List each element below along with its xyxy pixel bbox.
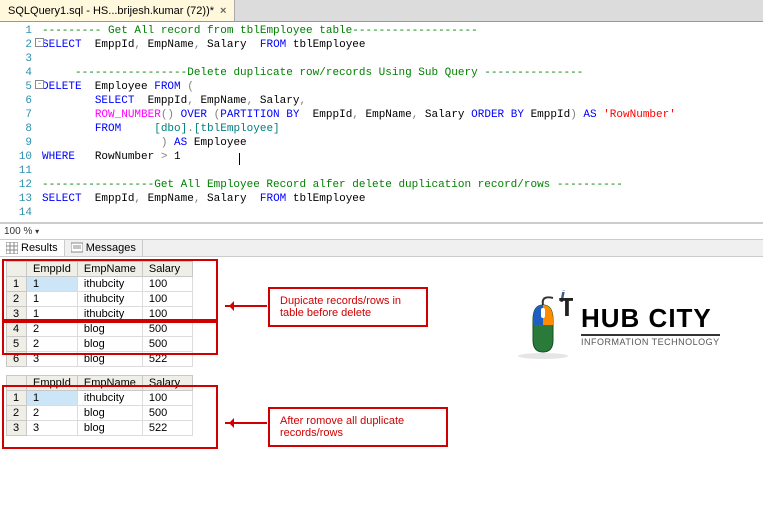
- corner-cell: [7, 376, 27, 391]
- table-row: 22blog500: [7, 406, 193, 421]
- tab-messages[interactable]: Messages: [65, 240, 143, 256]
- col-header[interactable]: EmpName: [77, 262, 142, 277]
- code-line: --------- Get All record from tblEmploye…: [42, 24, 759, 38]
- tab-results[interactable]: Results: [0, 240, 65, 256]
- corner-cell: [7, 262, 27, 277]
- table-row: 52blog500: [7, 337, 193, 352]
- line-gutter: 1234567891011121314: [0, 22, 38, 222]
- close-icon[interactable]: ×: [220, 5, 226, 17]
- table-row: 11ithubcity100: [7, 277, 193, 292]
- code-line: [42, 52, 759, 66]
- messages-icon: [71, 242, 83, 254]
- col-header[interactable]: EmpName: [77, 376, 142, 391]
- code-line: [42, 164, 759, 178]
- annotation-arrow: [225, 305, 267, 307]
- logo: i T HUB CITY INFORMATION TECHNOLOGY: [513, 290, 743, 360]
- table-row: 31ithubcity100: [7, 307, 193, 322]
- collapse-icon[interactable]: -: [35, 80, 44, 89]
- col-header[interactable]: EmppId: [27, 262, 78, 277]
- results-grid-after[interactable]: EmppId EmpName Salary 11ithubcity100 22b…: [6, 375, 193, 436]
- tab-title: SQLQuery1.sql - HS...brijesh.kumar (72))…: [8, 5, 214, 17]
- collapse-icon[interactable]: -: [35, 38, 44, 47]
- table-row: 21ithubcity100: [7, 292, 193, 307]
- code-area[interactable]: --------- Get All record from tblEmploye…: [38, 22, 763, 222]
- code-line: -SELECT EmppId, EmpName, Salary FROM tbl…: [42, 38, 759, 52]
- code-line: -----------------Get All Employee Record…: [42, 178, 759, 192]
- file-tab[interactable]: SQLQuery1.sql - HS...brijesh.kumar (72))…: [0, 0, 235, 21]
- code-line: [42, 206, 759, 220]
- tab-bar: SQLQuery1.sql - HS...brijesh.kumar (72))…: [0, 0, 763, 22]
- col-header[interactable]: Salary: [142, 262, 192, 277]
- annotation-arrow: [225, 422, 267, 424]
- code-line: FROM [dbo].[tblEmployee]: [42, 122, 759, 136]
- result-tabs: Results Messages: [0, 239, 763, 257]
- table-row: 11ithubcity100: [7, 391, 193, 406]
- svg-text:T: T: [559, 292, 573, 322]
- annotation-callout-after: After romove all duplicate records/rows: [268, 407, 448, 447]
- zoom-indicator[interactable]: 100 % ▾: [0, 223, 763, 239]
- col-header[interactable]: EmppId: [27, 376, 78, 391]
- code-line: ) AS Employee: [42, 136, 759, 150]
- col-header[interactable]: Salary: [142, 376, 192, 391]
- table-row: 33blog522: [7, 421, 193, 436]
- table-header-row: EmppId EmpName Salary: [7, 376, 193, 391]
- code-editor[interactable]: 1234567891011121314 --------- Get All re…: [0, 22, 763, 223]
- code-line: -DELETE Employee FROM (: [42, 80, 759, 94]
- logo-title: HUB CITY: [581, 303, 720, 334]
- table-header-row: EmppId EmpName Salary: [7, 262, 193, 277]
- code-line: -----------------Delete duplicate row/re…: [42, 66, 759, 80]
- table-row: 63blog522: [7, 352, 193, 367]
- code-line: WHERE RowNumber > 1: [42, 150, 759, 164]
- results-grid-before[interactable]: EmppId EmpName Salary 11ithubcity100 21i…: [6, 261, 193, 367]
- code-line: SELECT EmppId, EmpName, Salary,: [42, 94, 759, 108]
- code-line: SELECT EmppId, EmpName, Salary FROM tblE…: [42, 192, 759, 206]
- grid-icon: [6, 242, 18, 254]
- annotation-callout-before: Dupicate records/rows in table before de…: [268, 287, 428, 327]
- logo-subtitle: INFORMATION TECHNOLOGY: [581, 334, 720, 347]
- mouse-icon: i T: [513, 290, 573, 360]
- code-line: ROW_NUMBER() OVER (PARTITION BY EmppId, …: [42, 108, 759, 122]
- table-row: 42blog500: [7, 322, 193, 337]
